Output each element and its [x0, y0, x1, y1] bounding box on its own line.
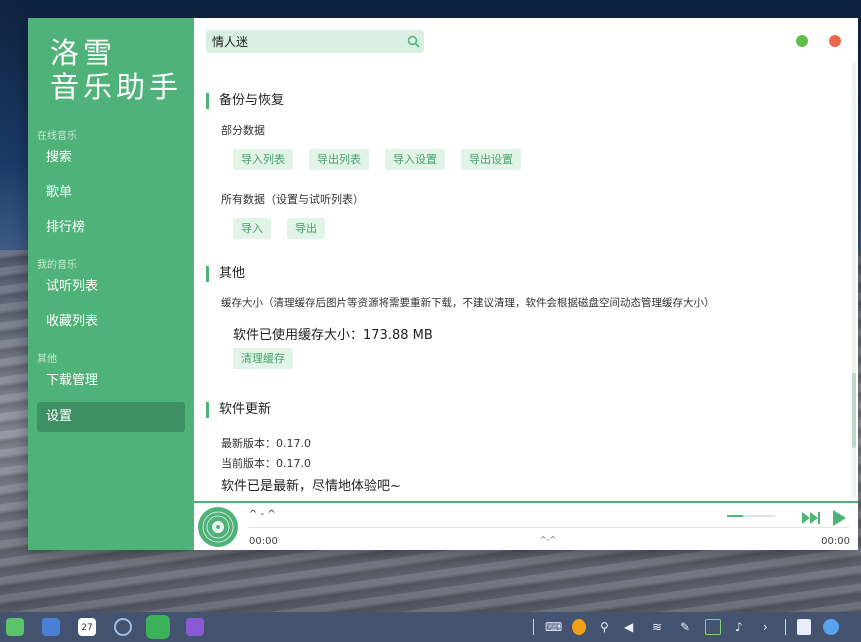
wifi-icon[interactable]: ≋	[652, 619, 662, 635]
section-title-update: 软件更新	[206, 402, 271, 418]
close-button[interactable]	[829, 35, 841, 47]
latest-version-text: 最新版本：0.17.0	[221, 437, 311, 450]
browser-icon[interactable]	[146, 615, 170, 639]
album-disc-icon[interactable]	[197, 506, 239, 548]
time-elapsed: 00:00	[249, 536, 278, 547]
group-other: 其他	[37, 354, 57, 365]
app-window: 洛雪 音乐助手 在线音乐 搜索 歌单 排行榜 我的音乐 试听列表 收藏列表 其他…	[28, 18, 858, 550]
sidebar: 洛雪 音乐助手 在线音乐 搜索 歌单 排行榜 我的音乐 试听列表 收藏列表 其他…	[28, 18, 194, 550]
group-my-music: 我的音乐	[37, 260, 77, 271]
music-app-icon[interactable]	[6, 618, 24, 636]
cache-used-text: 软件已使用缓存大小：173.88 MB	[233, 328, 433, 343]
sidebar-item-charts[interactable]: 排行榜	[37, 213, 185, 243]
notification-bell-icon[interactable]: ♪	[735, 619, 743, 635]
group-online-music: 在线音乐	[37, 131, 77, 142]
time-total: 00:00	[821, 536, 850, 547]
minimize-button[interactable]	[796, 35, 808, 47]
tray-divider	[533, 619, 534, 635]
section-title-backup: 备份与恢复	[206, 93, 284, 109]
logo-line-1: 洛雪	[50, 36, 117, 70]
sidebar-item-playlists[interactable]: 歌单	[37, 178, 185, 208]
track-title: ^ - ^	[249, 509, 276, 520]
search-box	[206, 30, 424, 53]
current-version-text: 当前版本：0.17.0	[221, 457, 311, 470]
sidebar-item-settings[interactable]: 设置	[37, 402, 185, 432]
update-status-text: 软件已是最新，尽情地体验吧~	[221, 479, 401, 494]
all-data-label: 所有数据（设置与试听列表）	[221, 193, 364, 206]
app-logo: 洛雪 音乐助手	[50, 36, 182, 104]
search-app-icon[interactable]	[186, 618, 204, 636]
next-track-icon[interactable]	[801, 510, 821, 526]
taskbar: 27 ⌨ ⚲ ◀ ≋ ✎ ♪ ›	[0, 612, 861, 642]
sidebar-item-search[interactable]: 搜索	[37, 143, 185, 173]
play-icon[interactable]	[830, 509, 848, 527]
pen-icon[interactable]: ✎	[680, 619, 690, 635]
screen-icon[interactable]	[797, 619, 811, 635]
sidebar-item-trial-list[interactable]: 试听列表	[37, 272, 185, 302]
sidebar-item-favorites[interactable]: 收藏列表	[37, 307, 185, 337]
globe-icon[interactable]	[823, 619, 839, 635]
battery-icon[interactable]	[705, 619, 721, 635]
calendar-icon[interactable]: 27	[78, 618, 96, 636]
tray-divider-2	[785, 619, 786, 635]
input-method-icon[interactable]	[572, 619, 586, 635]
files-app-icon[interactable]	[42, 618, 60, 636]
export-list-button[interactable]: 导出列表	[309, 149, 369, 170]
export-all-button[interactable]: 导出	[287, 218, 325, 239]
clear-cache-button[interactable]: 清理缓存	[233, 348, 293, 369]
import-all-button[interactable]: 导入	[233, 218, 271, 239]
usb-icon[interactable]: ⚲	[600, 619, 609, 635]
section-title-other: 其他	[206, 266, 245, 282]
import-settings-button[interactable]: 导入设置	[385, 149, 445, 170]
partial-data-label: 部分数据	[221, 124, 265, 137]
import-list-button[interactable]: 导入列表	[233, 149, 293, 170]
player-bar: ^ - ^ 00:00 ^-^ 00:00	[194, 501, 858, 550]
volume-icon[interactable]: ◀	[624, 619, 633, 635]
volume-slider[interactable]	[727, 515, 775, 517]
logo-line-2: 音乐助手	[50, 70, 183, 104]
settings-gear-icon[interactable]	[114, 618, 132, 636]
export-settings-button[interactable]: 导出设置	[461, 149, 521, 170]
scrollbar-thumb[interactable]	[852, 373, 856, 448]
cache-size-label: 缓存大小（清理缓存后图片等资源将需要重新下载，不建议清理，软件会根据磁盘空间动态…	[221, 297, 715, 309]
lyric-text: ^-^	[540, 535, 557, 544]
sidebar-item-downloads[interactable]: 下载管理	[37, 366, 185, 396]
chevron-right-icon[interactable]: ›	[763, 619, 768, 635]
progress-bar[interactable]	[249, 527, 849, 528]
volume-fill	[727, 515, 743, 517]
search-input[interactable]	[206, 34, 402, 49]
keyboard-icon[interactable]: ⌨	[545, 619, 562, 635]
settings-panel: 备份与恢复 部分数据 导入列表 导出列表 导入设置 导出设置 所有数据（设置与试…	[194, 18, 858, 550]
search-icon[interactable]	[402, 30, 424, 53]
